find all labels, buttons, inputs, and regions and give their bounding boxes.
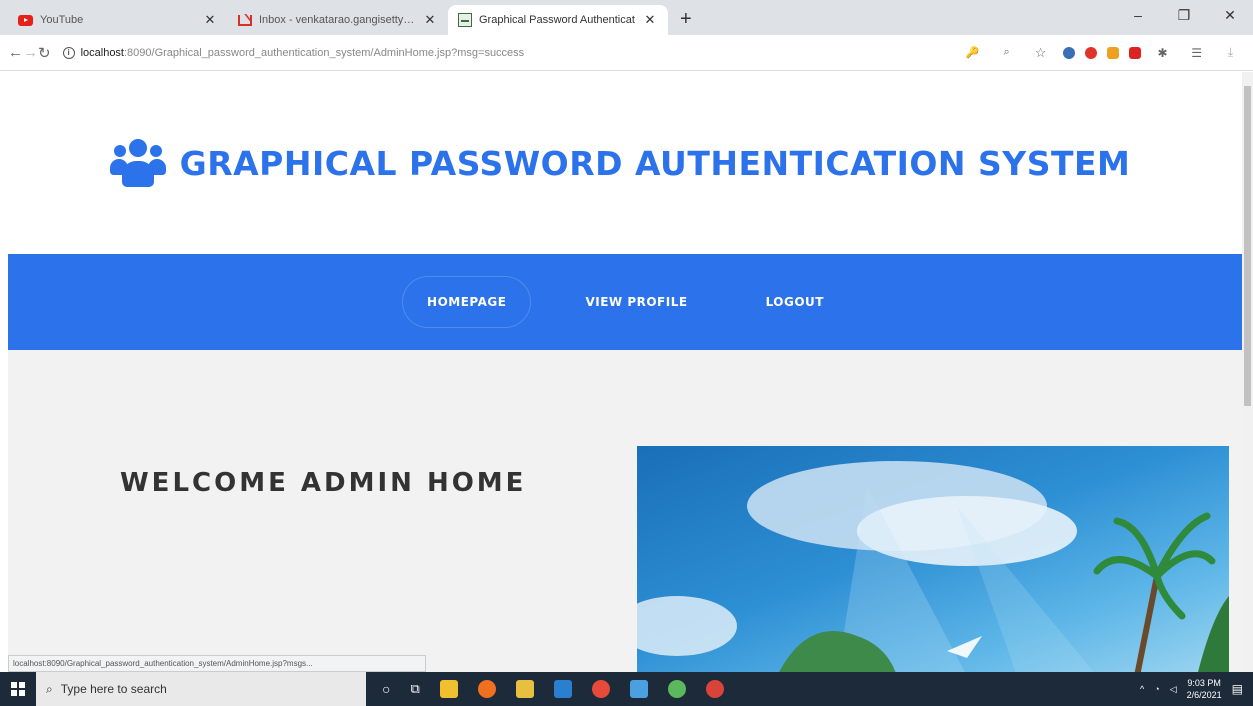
- maximize-icon[interactable]: ❐: [1161, 0, 1207, 30]
- info-icon[interactable]: i: [62, 46, 75, 59]
- page-scrollbar[interactable]: [1242, 72, 1253, 672]
- scrollbar-thumb[interactable]: [1244, 86, 1251, 406]
- nav-logout[interactable]: LOGOUT: [742, 277, 848, 327]
- extensions-puzzle-icon[interactable]: ✱: [1151, 46, 1175, 60]
- close-window-icon[interactable]: ✕: [1207, 0, 1253, 30]
- minimize-icon[interactable]: –: [1115, 0, 1161, 30]
- address-path: :8090/Graphical_password_authentication_…: [124, 46, 525, 59]
- forward-icon[interactable]: →: [23, 44, 38, 61]
- file-explorer-icon[interactable]: [515, 680, 534, 698]
- welcome-heading: WELCOME ADMIN HOME: [120, 468, 527, 498]
- close-tab-icon[interactable]: ✕: [202, 12, 218, 28]
- taskbar-search-placeholder: Type here to search: [60, 682, 167, 696]
- clock[interactable]: 9:03 PM 2/6/2021: [1187, 677, 1222, 701]
- extension-stop-icon[interactable]: [1084, 46, 1097, 59]
- browser-tab-strip: YouTube ✕ Inbox - venkatarao.gangisetty0…: [0, 0, 1253, 35]
- page-favicon-icon: [458, 13, 472, 27]
- chrome-icon[interactable]: [591, 680, 610, 698]
- app-red-icon[interactable]: [705, 680, 724, 698]
- mail-icon[interactable]: [553, 680, 572, 698]
- browser-toolbar: ← → ↻ i localhost:8090/Graphical_passwor…: [0, 35, 1253, 71]
- zoom-icon[interactable]: ⌕: [995, 46, 1019, 59]
- wifi-icon[interactable]: ◔: [1154, 684, 1159, 694]
- reload-icon[interactable]: ↻: [38, 44, 51, 62]
- window-controls: – ❐ ✕: [1115, 0, 1253, 30]
- hero-image: [637, 446, 1229, 672]
- tab-youtube[interactable]: YouTube ✕: [8, 5, 228, 35]
- youtube-icon: [18, 14, 33, 26]
- close-tab-icon[interactable]: ✕: [642, 12, 658, 28]
- address-host: localhost: [80, 46, 124, 59]
- tab-graphical-password[interactable]: Graphical Password Authenticat ✕: [448, 5, 668, 35]
- app-cube-icon[interactable]: [629, 680, 648, 698]
- cortana-icon[interactable]: ○: [382, 681, 390, 697]
- back-icon[interactable]: ←: [8, 44, 23, 61]
- firefox-icon[interactable]: [477, 680, 496, 698]
- nav-homepage[interactable]: HOMEPAGE: [402, 276, 532, 328]
- windows-taskbar: ⌕ Type here to search ○ ⧉ ^ ◔ ◁ 9:03 PM …: [0, 672, 1253, 706]
- volume-icon[interactable]: ◁: [1170, 684, 1177, 695]
- extensions-area: 🔑 ⌕ ☆ ✱ ☰ ⤓ ⋮: [961, 45, 1253, 61]
- status-bar-url: localhost:8090/Graphical_password_authen…: [8, 655, 426, 672]
- app-green-icon[interactable]: [667, 680, 686, 698]
- taskbar-apps: ○ ⧉: [382, 680, 724, 698]
- tab-title: Inbox - venkatarao.gangisetty0…: [259, 14, 415, 26]
- clock-date: 2/6/2021: [1186, 690, 1222, 700]
- site-header: GRAPHICAL PASSWORD AUTHENTICATION SYSTEM: [8, 72, 1242, 254]
- close-tab-icon[interactable]: ✕: [422, 12, 438, 28]
- main-nav: HOMEPAGE VIEW PROFILE LOGOUT: [8, 254, 1242, 350]
- store-icon[interactable]: [439, 680, 458, 698]
- reading-list-icon[interactable]: ☰: [1185, 46, 1209, 60]
- main-content: WELCOME ADMIN HOME: [8, 350, 1242, 672]
- address-bar[interactable]: i localhost:8090/Graphical_password_auth…: [56, 38, 947, 67]
- web-page: GRAPHICAL PASSWORD AUTHENTICATION SYSTEM…: [8, 72, 1242, 672]
- bookmark-star-icon[interactable]: ☆: [1029, 45, 1053, 61]
- search-icon: ⌕: [46, 681, 53, 696]
- taskbar-search[interactable]: ⌕ Type here to search: [36, 672, 366, 706]
- download-icon[interactable]: ⤓: [1219, 45, 1243, 60]
- system-tray: ^ ◔ ◁ 9:03 PM 2/6/2021 ▤: [1140, 677, 1253, 701]
- extension-shield-icon[interactable]: [1062, 46, 1075, 59]
- windows-start-icon[interactable]: [0, 672, 36, 706]
- extension-pdf-icon[interactable]: [1128, 46, 1141, 59]
- site-title: GRAPHICAL PASSWORD AUTHENTICATION SYSTEM: [179, 143, 1131, 183]
- task-view-icon[interactable]: ⧉: [410, 681, 419, 697]
- tab-gmail[interactable]: Inbox - venkatarao.gangisetty0… ✕: [228, 5, 448, 35]
- nav-view-profile[interactable]: VIEW PROFILE: [561, 277, 711, 327]
- users-group-icon: [109, 137, 166, 189]
- extension-dropper-icon[interactable]: [1106, 46, 1119, 59]
- gmail-icon: [238, 14, 252, 26]
- tab-title: Graphical Password Authenticat: [479, 14, 635, 26]
- notifications-icon[interactable]: ▤: [1232, 682, 1243, 696]
- clock-time: 9:03 PM: [1187, 678, 1221, 688]
- tab-title: YouTube: [40, 14, 84, 26]
- key-icon[interactable]: 🔑: [961, 46, 985, 59]
- new-tab-icon[interactable]: +: [680, 5, 692, 35]
- chevron-up-icon[interactable]: ^: [1140, 684, 1144, 694]
